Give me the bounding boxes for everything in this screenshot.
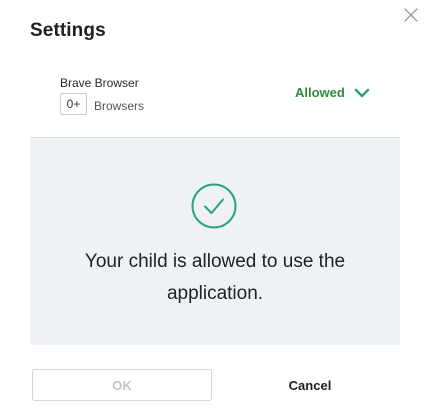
dialog-title: Settings xyxy=(30,20,106,41)
close-icon[interactable] xyxy=(402,6,420,24)
message-panel: Your child is allowed to use the applica… xyxy=(30,138,400,345)
app-category: Browsers xyxy=(94,99,145,113)
app-name: Brave Browser xyxy=(60,76,139,90)
chevron-down-icon xyxy=(354,88,370,97)
age-rating-badge: 0+ xyxy=(60,93,87,115)
settings-dialog: Settings Brave Browser 0+ Browsers Allow… xyxy=(0,0,434,419)
app-row: Brave Browser 0+ Browsers Allowed xyxy=(60,74,400,124)
status-label: Allowed xyxy=(295,85,345,100)
check-circle-icon xyxy=(191,183,237,229)
ok-button[interactable]: OK xyxy=(32,369,212,401)
status-dropdown[interactable]: Allowed xyxy=(295,85,370,100)
status-message: Your child is allowed to use the applica… xyxy=(84,251,346,304)
cancel-button[interactable]: Cancel xyxy=(220,369,400,401)
